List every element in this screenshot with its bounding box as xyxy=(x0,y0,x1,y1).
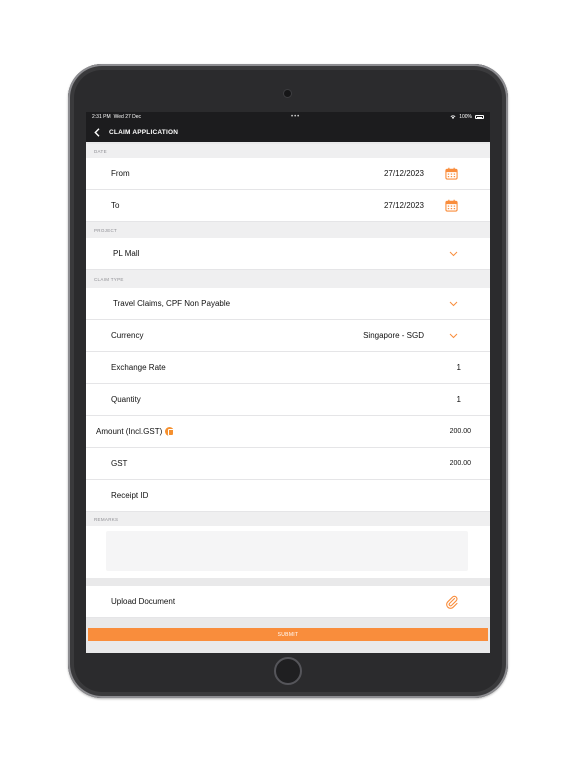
date-to-row[interactable]: To 27/12/2023 xyxy=(86,190,490,222)
project-value: PL Mall xyxy=(113,249,140,258)
exchange-rate-row[interactable]: Exchange Rate 1 xyxy=(86,352,490,384)
calendar-icon[interactable] xyxy=(445,199,458,212)
exchange-rate-value[interactable]: 1 xyxy=(457,363,461,372)
claim-type-value: Travel Claims, CPF Non Payable xyxy=(113,299,231,308)
exchange-rate-label: Exchange Rate xyxy=(111,363,166,372)
upload-document-row[interactable]: Upload Document xyxy=(86,586,490,618)
claim-type-select-row[interactable]: Travel Claims, CPF Non Payable xyxy=(86,288,490,320)
currency-value[interactable]: Singapore - SGD xyxy=(363,331,424,340)
upload-document-label: Upload Document xyxy=(111,597,176,606)
battery-icon xyxy=(475,115,484,119)
wifi-icon xyxy=(450,115,456,119)
receipt-info-icon[interactable] xyxy=(165,427,175,436)
date-to-label: To xyxy=(111,201,120,210)
submit-button[interactable]: SUBMIT xyxy=(88,628,488,641)
battery-percent: 100% xyxy=(459,114,472,120)
page-title: CLAIM APPLICATION xyxy=(109,128,179,136)
remarks-textarea[interactable] xyxy=(106,531,468,571)
multitask-dots-icon[interactable]: ••• xyxy=(291,114,300,120)
date-from-row[interactable]: From 27/12/2023 xyxy=(86,158,490,190)
amount-value[interactable]: 200.00 xyxy=(450,428,471,435)
date-from-label: From xyxy=(111,169,130,178)
calendar-icon[interactable] xyxy=(445,167,458,180)
amount-label-group: Amount (Incl.GST) xyxy=(96,427,175,436)
gst-value[interactable]: 200.00 xyxy=(450,460,471,467)
section-label-date: DATE xyxy=(86,144,490,158)
status-date: Wed 27 Dec xyxy=(113,114,142,120)
chevron-down-icon[interactable] xyxy=(449,301,458,307)
receipt-id-label: Receipt ID xyxy=(111,491,149,500)
date-to-value[interactable]: 27/12/2023 xyxy=(384,201,424,210)
front-camera xyxy=(284,90,291,97)
currency-row[interactable]: Currency Singapore - SGD xyxy=(86,320,490,352)
app-screen: 2:31 PM Wed 27 Dec ••• 100% CLAIM APPLIC… xyxy=(86,112,490,653)
receipt-id-row[interactable]: Receipt ID xyxy=(86,480,490,512)
project-select-row[interactable]: PL Mall xyxy=(86,238,490,270)
quantity-row[interactable]: Quantity 1 xyxy=(86,384,490,416)
section-label-claim-type: CLAIM TYPE xyxy=(86,270,490,288)
gst-row[interactable]: GST 200.00 xyxy=(86,448,490,480)
paperclip-icon[interactable] xyxy=(445,595,459,609)
chevron-down-icon[interactable] xyxy=(449,333,458,339)
home-button[interactable] xyxy=(274,657,302,685)
quantity-label: Quantity xyxy=(111,395,141,404)
navigation-bar: CLAIM APPLICATION xyxy=(86,122,490,142)
status-bar: 2:31 PM Wed 27 Dec ••• 100% xyxy=(86,112,490,122)
section-label-remarks: REMARKS xyxy=(86,512,490,526)
quantity-value[interactable]: 1 xyxy=(457,395,461,404)
form-content: DATE From 27/12/2023 To 27/12/2023 PROJE… xyxy=(86,142,490,653)
chevron-down-icon[interactable] xyxy=(449,251,458,257)
currency-label: Currency xyxy=(111,331,144,340)
amount-label: Amount (Incl.GST) xyxy=(96,427,163,436)
status-time: 2:31 PM xyxy=(92,114,111,120)
gst-label: GST xyxy=(111,459,128,468)
section-label-project: PROJECT xyxy=(86,222,490,238)
amount-row[interactable]: Amount (Incl.GST) 200.00 xyxy=(86,416,490,448)
back-chevron-icon[interactable] xyxy=(92,126,102,138)
date-from-value[interactable]: 27/12/2023 xyxy=(384,169,424,178)
